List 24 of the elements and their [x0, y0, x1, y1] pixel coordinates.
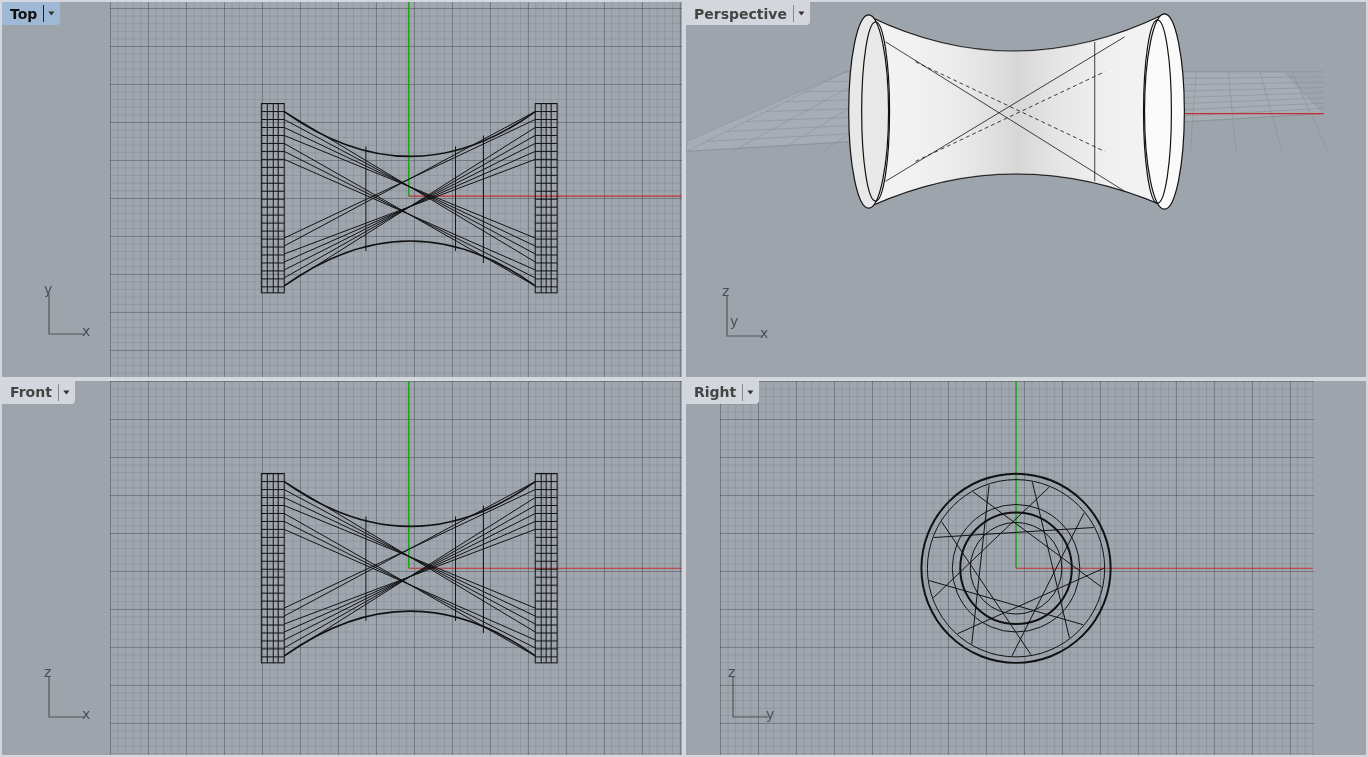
axis-label: x	[82, 324, 91, 338]
axis-label: x	[82, 706, 91, 721]
axis-label: y	[730, 314, 739, 328]
axis-label: y	[44, 282, 53, 296]
viewport[interactable]: Top y x	[2, 2, 682, 377]
viewport[interactable]: Right z y	[686, 380, 1366, 755]
caret-icon[interactable]	[57, 383, 71, 401]
viewport-tab[interactable]: Perspective	[686, 2, 810, 25]
axis-triad-icon	[48, 676, 84, 719]
axis-triad-icon	[726, 296, 762, 338]
caret-icon[interactable]	[742, 383, 756, 401]
viewport-tab[interactable]: Top	[2, 2, 61, 25]
axis-label: z	[44, 664, 52, 679]
axis-label: z	[722, 284, 730, 298]
caret-icon[interactable]	[43, 5, 57, 22]
viewport-tab[interactable]: Right	[686, 380, 760, 404]
axis-label: x	[760, 326, 769, 340]
caret-icon[interactable]	[792, 5, 806, 22]
viewport-tab[interactable]: Front	[2, 380, 75, 404]
viewport[interactable]: Perspective z y x	[686, 2, 1366, 377]
axis-label: z	[728, 664, 736, 679]
viewport[interactable]: Front z x	[2, 380, 682, 755]
axis-triad-icon	[732, 676, 768, 719]
axis-label: y	[766, 706, 775, 721]
